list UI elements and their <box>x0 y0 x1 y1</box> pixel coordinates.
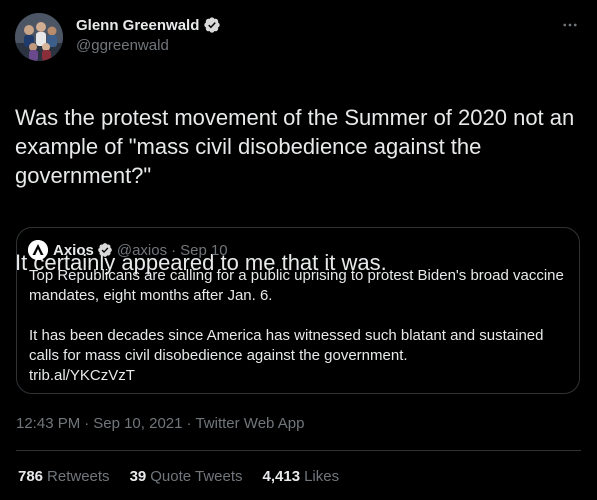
verified-badge-icon <box>97 242 113 258</box>
quoted-tweet[interactable]: Axios @axios · Sep 10 Top Republicans ar… <box>16 227 580 394</box>
divider <box>16 450 581 451</box>
engagement-stats: 786 Retweets 39 Quote Tweets 4,413 Likes <box>18 467 359 487</box>
quoted-author-handle: @axios <box>116 241 168 259</box>
quoted-tweet-text: Top Republicans are calling for a public… <box>29 266 569 386</box>
axios-logo-icon <box>28 240 48 260</box>
quoted-tweet-header: Axios @axios · Sep 10 <box>28 240 228 260</box>
quote-tweets-count: 39 <box>129 468 147 485</box>
more-options-button[interactable] <box>559 14 581 36</box>
retweets-stat[interactable]: 786 Retweets <box>18 467 110 487</box>
quoted-paragraph: Top Republicans are calling for a public… <box>29 267 564 304</box>
likes-count: 4,413 <box>262 468 301 485</box>
separator-dot: · <box>84 415 90 432</box>
author-handle[interactable]: @ggreenwald <box>76 36 221 56</box>
avatar[interactable] <box>15 13 63 61</box>
group-photo-avatar <box>15 13 63 61</box>
tweet-date[interactable]: Sep 10, 2021 <box>93 415 182 432</box>
tweet-paragraph: Was the protest movement of the Summer o… <box>15 105 575 188</box>
quote-tweets-label: Quote Tweets <box>150 468 243 485</box>
retweets-label: Retweets <box>47 468 110 485</box>
verified-badge-icon <box>203 16 221 34</box>
tweet-source[interactable]: Twitter Web App <box>195 415 304 432</box>
likes-stat[interactable]: 4,413 Likes <box>263 467 340 487</box>
separator-dot: · <box>171 241 177 259</box>
likes-label: Likes <box>304 468 340 485</box>
quoted-tweet-date: Sep 10 <box>180 241 228 259</box>
retweets-count: 786 <box>18 468 44 485</box>
separator-dot: · <box>186 415 192 432</box>
tweet-metadata: 12:43 PM · Sep 10, 2021 · Twitter Web App <box>16 414 304 434</box>
tweet-card: Glenn Greenwald @ggreenwald Was the prot… <box>0 0 597 500</box>
author-name[interactable]: Glenn Greenwald <box>76 17 199 34</box>
author-info: Glenn Greenwald @ggreenwald <box>76 14 221 56</box>
quoted-paragraph: It has been decades since America has wi… <box>29 327 544 364</box>
quoted-author-name: Axios <box>53 241 94 259</box>
more-horizontal-icon <box>563 23 577 27</box>
tweet-time[interactable]: 12:43 PM <box>16 415 80 432</box>
quote-tweets-stat[interactable]: 39 Quote Tweets <box>130 467 243 487</box>
quoted-link[interactable]: trib.al/YKCzVzT <box>29 366 569 386</box>
